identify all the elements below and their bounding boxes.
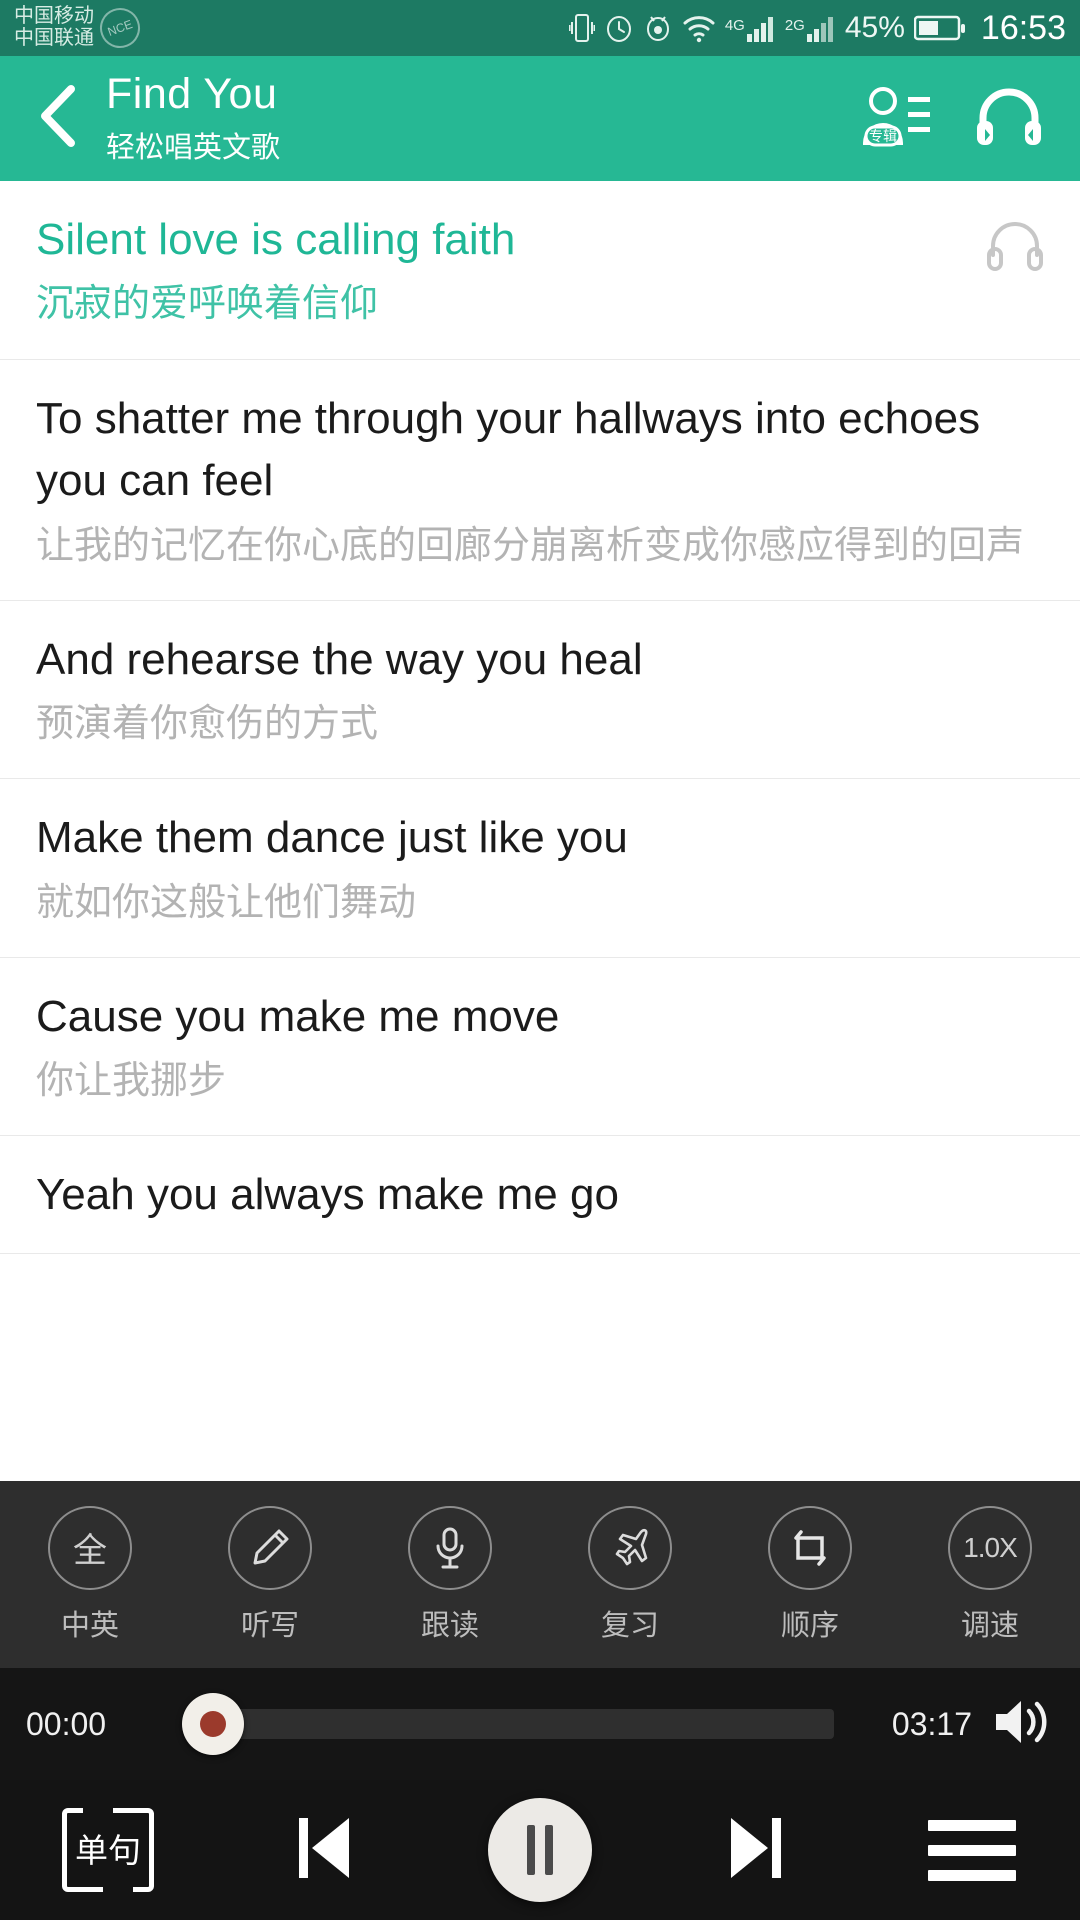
single-sentence-loop-icon: 单句 — [62, 1806, 154, 1894]
lyric-english: Silent love is calling faith — [36, 215, 516, 264]
lyric-english: Make them dance just like you — [36, 813, 628, 863]
airplane-icon — [588, 1505, 672, 1590]
back-button[interactable] — [22, 83, 96, 154]
carrier-names: 中国移动 中国联通 — [14, 6, 94, 49]
lyric-english: Cause you make me move — [36, 991, 560, 1041]
headphones-icon[interactable] — [986, 221, 1044, 276]
lyric-chinese: 就如你这般让他们舞动 — [36, 881, 417, 924]
alarm-icon — [604, 12, 634, 44]
status-bar: 中国移动 中国联通 NCE 4G 2G 45% 16:53 — [0, 0, 1080, 56]
header-titles: Find You 轻松唱英文歌 — [106, 71, 860, 165]
lyric-chinese: 预演着你愈伤的方式 — [36, 703, 379, 746]
both-language-icon: 全 — [48, 1505, 132, 1590]
tool-label: 调速 — [960, 1609, 1019, 1642]
status-bar-right: 4G 2G 45% 16:53 — [568, 8, 1066, 48]
pencil-icon — [228, 1505, 312, 1590]
battery-percent: 45% — [844, 11, 905, 44]
loop-mode-button[interactable]: 单句 — [0, 1806, 216, 1894]
next-button[interactable] — [648, 1810, 864, 1891]
tool-panel: 全 中英 听写 跟读 复习 顺序 1.0X 调速 — [0, 1481, 1080, 1668]
app-header: Find You 轻松唱英文歌 专辑 — [0, 56, 1080, 181]
repeat-icon — [768, 1505, 852, 1590]
tool-label: 听写 — [240, 1609, 299, 1642]
lyric-chinese: 你让我挪步 — [36, 1060, 227, 1103]
signal-icon-4g: 4G — [725, 13, 776, 43]
pause-icon — [488, 1798, 592, 1902]
lyric-row[interactable]: Silent love is calling faith 沉寂的爱呼唤着信仰 — [0, 181, 1080, 360]
lyric-english: And rehearse the way you heal — [36, 634, 643, 684]
speed-icon: 1.0X — [948, 1505, 1032, 1590]
tool-glyph: 1.0X — [963, 1531, 1018, 1563]
tool-label: 跟读 — [420, 1609, 479, 1642]
battery-icon — [913, 13, 966, 43]
carrier-1: 中国移动 — [14, 5, 94, 28]
lyric-row[interactable]: Cause you make me move 你让我挪步 — [0, 958, 1080, 1137]
album-subtitle: 轻松唱英文歌 — [106, 131, 281, 164]
tool-label: 顺序 — [780, 1609, 839, 1642]
lyric-row[interactable]: Yeah you always make me go — [0, 1136, 1080, 1254]
tool-both-language[interactable]: 全 中英 — [0, 1505, 180, 1644]
lyric-row[interactable]: Make them dance just like you 就如你这般让他们舞动 — [0, 779, 1080, 958]
lyric-chinese: 沉寂的爱呼唤着信仰 — [36, 283, 379, 326]
menu-button[interactable] — [864, 1819, 1080, 1881]
hamburger-menu-icon — [928, 1819, 1016, 1881]
lyric-row[interactable]: To shatter me through your hallways into… — [0, 360, 1080, 601]
page-title: Find You — [106, 70, 278, 119]
nce-app-icon: NCE — [94, 2, 146, 54]
seek-thumb[interactable] — [182, 1693, 244, 1755]
tool-speed[interactable]: 1.0X 调速 — [900, 1505, 1080, 1644]
current-time: 00:00 — [26, 1705, 107, 1742]
next-track-icon — [721, 1810, 791, 1891]
play-pause-button[interactable] — [432, 1798, 648, 1902]
tool-glyph: 全 — [73, 1532, 107, 1570]
previous-track-icon — [289, 1810, 359, 1891]
seek-bar[interactable] — [164, 1693, 834, 1755]
tool-dictation[interactable]: 听写 — [180, 1505, 360, 1644]
previous-button[interactable] — [216, 1810, 432, 1891]
lyric-english: To shatter me through your hallways into… — [36, 393, 981, 506]
seek-row: 00:00 03:17 — [0, 1668, 1080, 1780]
transport-bar: 单句 — [0, 1780, 1080, 1920]
lyric-chinese: 让我的记忆在你心底的回廊分崩离析变成你感应得到的回声 — [36, 524, 1025, 567]
vibrate-icon — [568, 11, 595, 45]
microphone-icon — [408, 1505, 492, 1590]
eye-care-icon — [643, 12, 673, 44]
total-time: 03:17 — [891, 1705, 972, 1742]
loop-mode-label: 单句 — [75, 1831, 141, 1869]
header-actions: 专辑 — [860, 85, 1058, 152]
headphones-icon[interactable] — [974, 85, 1044, 152]
signal-icon-2g: 2G — [785, 13, 836, 43]
tool-label: 复习 — [600, 1609, 659, 1642]
seek-track[interactable] — [216, 1709, 834, 1739]
wifi-icon — [682, 13, 716, 43]
chevron-left-icon — [35, 83, 83, 154]
tool-read-along[interactable]: 跟读 — [360, 1505, 540, 1644]
tool-play-order[interactable]: 顺序 — [720, 1505, 900, 1644]
album-list-icon[interactable]: 专辑 — [860, 85, 932, 152]
carrier-2: 中国联通 — [14, 27, 94, 49]
lyric-english: Yeah you always make me go — [36, 1170, 619, 1220]
tool-label: 中英 — [60, 1609, 119, 1642]
status-bar-left: 中国移动 中国联通 NCE — [14, 2, 146, 54]
tool-review[interactable]: 复习 — [540, 1505, 720, 1644]
lyric-row[interactable]: And rehearse the way you heal 预演着你愈伤的方式 — [0, 601, 1080, 780]
svg-text:专辑: 专辑 — [869, 128, 897, 144]
volume-icon[interactable] — [992, 1693, 1054, 1756]
clock: 16:53 — [980, 8, 1066, 47]
